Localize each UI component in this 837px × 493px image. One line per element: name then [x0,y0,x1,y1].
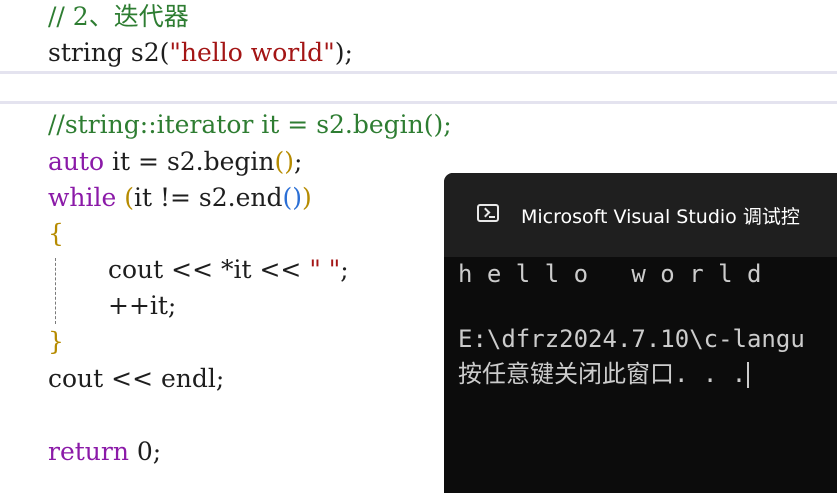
code-token-end: ); [334,38,353,67]
code-token-paren: ) [302,183,312,212]
code-brace-open: { [48,219,64,248]
code-token-string-literal: " " [309,255,341,284]
code-token-text: 0; [128,437,162,466]
code-line-while: while (it != s2.end()) [48,183,312,213]
console-title: Microsoft Visual Studio 调试控 [521,206,800,228]
code-token-keyword: while [48,183,117,212]
terminal-icon [477,204,499,222]
code-token-var: s2 [130,38,160,67]
code-brace-close: } [48,327,64,356]
code-token-end: ; [340,255,349,284]
code-line-return: return 0; [48,437,161,467]
code-line-auto: auto it = s2.begin(); [48,147,302,177]
code-token-paren: () [282,183,303,212]
text-cursor [747,362,750,388]
code-token-paren: ( [159,38,170,67]
code-token-keyword: auto [48,147,105,176]
console-prompt-line: 按任意键关闭此窗口. . . [458,359,750,389]
code-token-text: it != s2.end [134,183,283,212]
code-comment-iterator: // 2、迭代器 [48,2,189,31]
code-token-text: it = s2.begin [104,147,275,176]
console-output-line: h e l l o w o r l d [458,260,762,288]
code-token-keyword: return [48,437,129,466]
debug-console-window[interactable]: Microsoft Visual Studio 调试控 × h e l l o … [444,173,837,493]
line-separator [0,71,837,74]
code-token-end: ; [294,147,303,176]
code-line-endl: cout << endl; [48,364,225,393]
console-path-line: E:\dfrz2024.7.10\c-langu [458,325,805,353]
console-prompt-text: 按任意键关闭此窗口. . . [458,360,747,388]
code-comment-iterator-decl: //string::iterator it = s2.begin(); [48,110,452,139]
code-token-type: string [48,38,123,67]
code-line-cout-it: cout << *it << " "; [108,255,349,285]
close-icon[interactable]: × [830,199,837,229]
indent-guide [55,258,56,324]
code-token-string-literal: "hello world" [169,38,335,67]
code-token-text: cout << *it << [108,255,310,284]
console-titlebar[interactable]: Microsoft Visual Studio 调试控 × [444,173,837,257]
code-token-paren: () [274,147,295,176]
code-line-increment: ++it; [108,291,177,320]
code-token-paren: ( [116,183,134,212]
code-line-string-decl: string s2("hello world"); [48,38,353,68]
line-separator [0,101,837,104]
